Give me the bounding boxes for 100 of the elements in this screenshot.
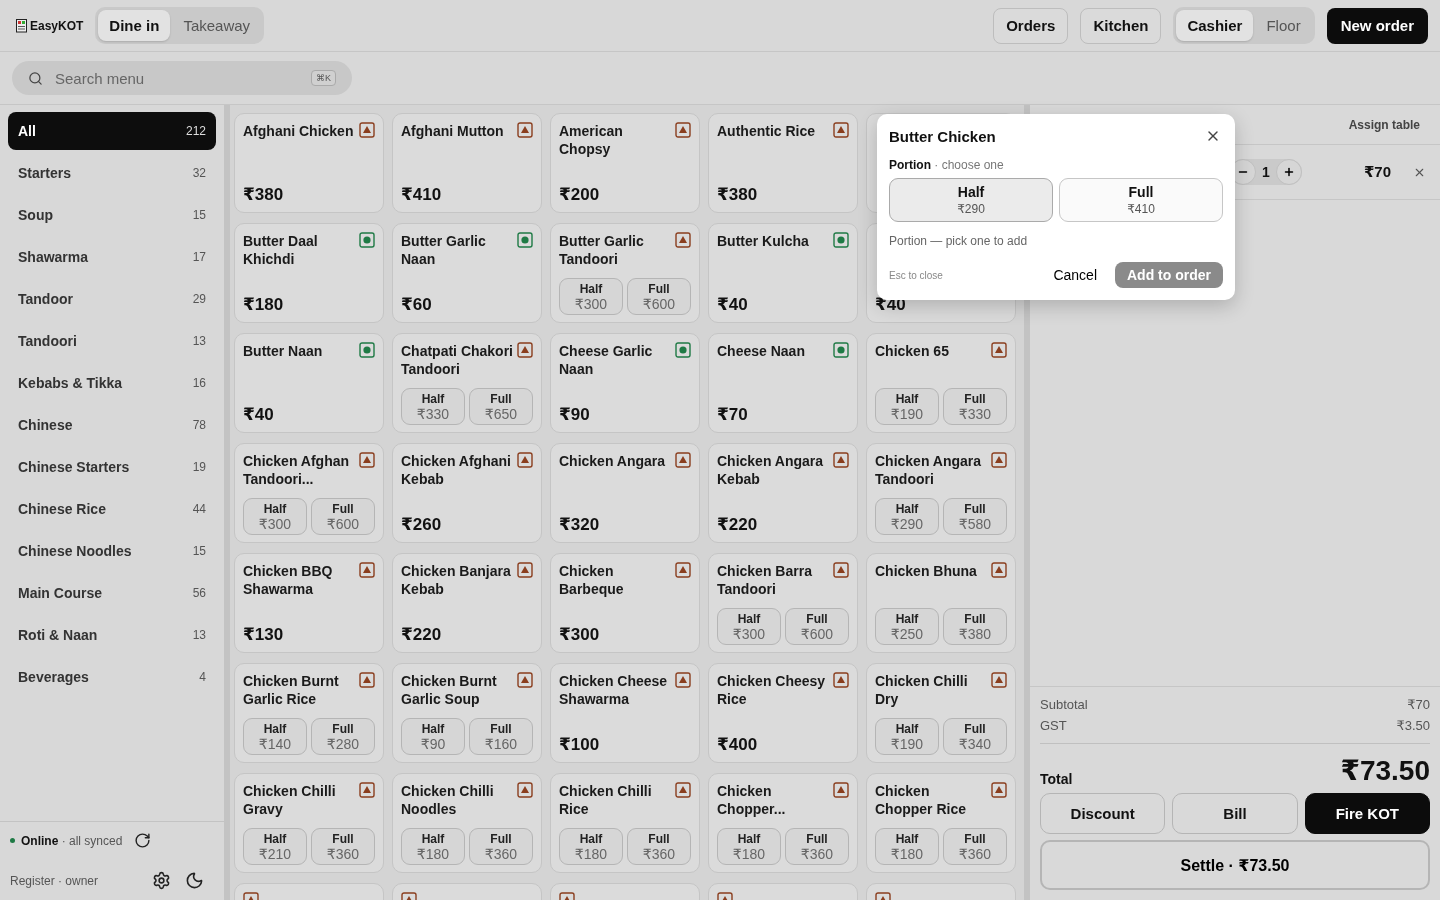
search-input[interactable]: Search menu [53,68,301,88]
portion-button[interactable]: Full ₹360 [469,828,533,865]
menu-card[interactable]: Butter Kulcha ₹40 [708,223,858,323]
portion-button[interactable]: Half ₹290 [875,498,939,535]
portion-button[interactable]: Full ₹360 [311,828,375,865]
portion-button[interactable]: Half ₹190 [875,388,939,425]
category-item[interactable]: Main Course 56 [8,574,216,612]
portion-button[interactable]: Full ₹360 [627,828,691,865]
menu-card[interactable]: Butter Naan ₹40 [234,333,384,433]
portion-button[interactable]: Half ₹300 [559,278,623,315]
menu-card[interactable]: Chicken Afghani Kebab ₹260 [392,443,542,543]
menu-card[interactable]: Chicken Banjara Kebab ₹220 [392,553,542,653]
category-item[interactable]: Tandoori 13 [8,322,216,360]
non-veg-icon [517,782,533,798]
menu-card[interactable]: Chicken Afghan Tandoori... Half ₹300 Full ₹600 [234,443,384,543]
menu-card[interactable]: Chicken Cheese Shawarma ₹100 [550,663,700,763]
menu-card[interactable]: Afghani Mutton ₹410 [392,113,542,213]
portion-button[interactable]: Half ₹300 [243,498,307,535]
portion-button[interactable]: Half ₹90 [401,718,465,755]
portion-button[interactable]: Full ₹600 [785,608,849,645]
portion-button[interactable]: Half ₹140 [243,718,307,755]
settings-icon [152,871,171,890]
portion-button[interactable]: Full ₹340 [943,718,1007,755]
category-item[interactable]: Chinese Starters 19 [8,448,216,486]
portion-button[interactable]: Full ₹330 [943,388,1007,425]
menu-card[interactable]: American Chopsy ₹200 [550,113,700,213]
menu-card[interactable]: Chicken Chopper... Half ₹180 Full ₹360 [708,773,858,873]
portion-option[interactable]: Half ₹290 [889,178,1053,222]
portion-button[interactable]: Full ₹280 [311,718,375,755]
menu-card[interactable]: Chicken Barbeque ₹300 [550,553,700,653]
menu-card[interactable]: Butter Garlic Naan ₹60 [392,223,542,323]
category-item[interactable]: Chinese Noodles 15 [8,532,216,570]
portion-button[interactable]: Full ₹360 [785,828,849,865]
menu-card[interactable]: Butter Garlic Tandoori Half ₹300 Full ₹600 [550,223,700,323]
non-veg-icon [517,562,533,578]
portion-button[interactable]: Half ₹210 [243,828,307,865]
category-item[interactable]: Beverages 4 [8,658,216,696]
category-item[interactable]: Shawarma 17 [8,238,216,276]
order-action-button[interactable]: Bill [1172,793,1298,834]
menu-card[interactable]: Chicken Chilli Rice Half ₹180 Full ₹360 [550,773,700,873]
portion-button[interactable]: Half ₹180 [717,828,781,865]
portion-button[interactable]: Half ₹330 [401,388,465,425]
view-tab[interactable]: Cashier [1176,10,1254,41]
assign-table-button[interactable]: Assign table [1342,116,1426,133]
portion-button[interactable]: Half ₹180 [401,828,465,865]
menu-card[interactable]: Butter Daal Khichdi ₹180 [234,223,384,323]
portion-button[interactable]: Half ₹190 [875,718,939,755]
portion-button[interactable]: Full ₹650 [469,388,533,425]
category-item[interactable]: Tandoor 29 [8,280,216,318]
menu-card[interactable]: Chicken Angara ₹320 [550,443,700,543]
category-item[interactable]: Starters 32 [8,154,216,192]
category-item[interactable]: Soup 15 [8,196,216,234]
portion-button[interactable]: Half ₹300 [717,608,781,645]
category-item[interactable]: Chinese 78 [8,406,216,444]
increase-button[interactable] [1275,159,1302,185]
portion-button[interactable]: Full ₹160 [469,718,533,755]
menu-card[interactable]: Chicken Chilli Gravy Half ₹210 Full ₹360 [234,773,384,873]
category-item[interactable]: Kebabs & Tikka 16 [8,364,216,402]
menu-card[interactable]: Chicken Burnt Garlic Rice Half ₹140 Full ₹280 [234,663,384,763]
category-item[interactable]: Chinese Rice 44 [8,490,216,528]
portion-button[interactable]: Half ₹250 [875,608,939,645]
view-tab[interactable]: Floor [1255,10,1312,41]
new-order-button[interactable]: New order [1326,7,1428,44]
portion-button[interactable]: Full ₹600 [311,498,375,535]
search-field[interactable]: Search menu ⌘K [12,61,352,95]
menu-card[interactable]: Chicken Bhuna Half ₹250 Full ₹380 [866,553,1016,653]
menu-card[interactable]: Chicken 65 Half ₹190 Full ₹330 [866,333,1016,433]
category-item[interactable]: All 212 [8,112,216,150]
order-mode-tab[interactable]: Dine in [98,10,171,41]
menu-card[interactable]: Chatpati Chakori Tandoori Half ₹330 Full ₹650 [392,333,542,433]
menu-card[interactable]: Afghani Chicken ₹380 [234,113,384,213]
portion-button[interactable]: Full ₹580 [943,498,1007,535]
item-price: ₹40 [243,404,275,425]
order-action-button[interactable]: Fire KOT [1304,793,1430,834]
menu-card[interactable]: Authentic Rice ₹380 [708,113,858,213]
menu-card[interactable]: Chicken Angara Tandoori Half ₹290 Full ₹580 [866,443,1016,543]
portion-button[interactable]: Full ₹380 [943,608,1007,645]
settle-button[interactable]: Settle · ₹73.50 [1040,840,1430,890]
menu-card[interactable]: Chicken Cheesy Rice ₹400 [708,663,858,763]
category-item[interactable]: Roti & Naan 13 [8,616,216,654]
portion-button[interactable]: Half ₹180 [875,828,939,865]
non-veg-icon [517,672,533,688]
nav-button[interactable]: Orders [993,7,1069,44]
menu-card[interactable]: Chicken Angara Kebab ₹220 [708,443,858,543]
menu-card[interactable]: Chicken Barra Tandoori Half ₹300 Full ₹600 [708,553,858,653]
portion-button[interactable]: Half ₹180 [559,828,623,865]
portion-button[interactable]: Full ₹360 [943,828,1007,865]
nav-button[interactable]: Kitchen [1080,7,1162,44]
menu-card[interactable]: Cheese Garlic Naan ₹90 [550,333,700,433]
cancel-button[interactable]: Cancel [1045,263,1105,287]
portion-button[interactable]: Full ₹600 [627,278,691,315]
menu-card[interactable]: Chicken Chilli Dry Half ₹190 Full ₹340 [866,663,1016,763]
menu-card[interactable]: Cheese Naan ₹70 [708,333,858,433]
order-mode-tab[interactable]: Takeaway [172,10,262,41]
menu-card[interactable]: Chicken BBQ Shawarma ₹130 [234,553,384,653]
menu-card[interactable]: Chicken Chilli Noodles Half ₹180 Full ₹360 [392,773,542,873]
menu-card[interactable]: Chicken Burnt Garlic Soup Half ₹90 Full ₹160 [392,663,542,763]
order-action-button[interactable]: Discount [1040,793,1166,834]
portion-option[interactable]: Full ₹410 [1059,178,1223,222]
menu-card[interactable]: Chicken Chopper Rice Half ₹180 Full ₹360 [866,773,1016,873]
